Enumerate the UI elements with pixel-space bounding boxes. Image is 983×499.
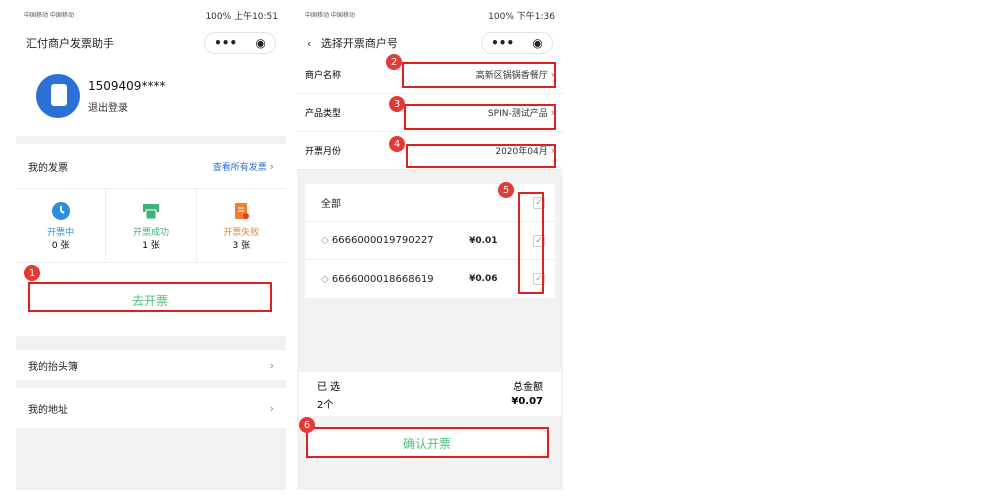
invoice-label: 我的发票 [28,162,68,174]
stat-count: 0 张 [51,240,70,251]
total-amount: 总金额 ¥0.07 [511,378,543,410]
address-item[interactable]: 我的地址 › [16,388,286,428]
stat-label: 开票失败 [223,227,260,238]
page-title: 选择开票商户号 [320,37,398,50]
step-badge: 1 [24,265,40,281]
order-number: 6666000019790227 [331,235,434,246]
profile-card: 1509409**** 退出登录 [16,56,286,136]
highlight-box [518,192,544,294]
cube-icon: ◇ [321,273,332,285]
clock-icon [51,201,70,220]
stat-failed[interactable]: 开票失败 3 张 [197,189,286,262]
stat-label: 开票中 [47,227,75,238]
highlight-box [404,104,556,130]
highlight-box [306,427,549,458]
highlight-box [28,282,272,312]
select-all-label: 全部 [321,199,341,210]
back-icon[interactable]: ‹ [307,37,311,50]
nav-bar: ‹ 选择开票商户号 ••• ◉ [297,30,563,56]
document-error-icon [235,202,250,219]
header-book-label: 我的抬头簿 [28,361,78,373]
nav-bar: 汇付商户发票助手 ••• ◉ [16,30,286,56]
step-badge: 4 [389,136,405,152]
step-badge: 5 [498,182,514,198]
view-all-link[interactable]: 查看所有发票 › [213,160,274,173]
menu-card: 我的抬头簿 › 我的地址 › [16,350,286,428]
carrier-text: 中国移动 中国移动 [24,11,74,19]
close-circle-icon[interactable]: ◉ [532,36,542,50]
page-title: 汇付商户发票助手 [26,37,114,50]
field-label: 商户名称 [305,71,342,81]
back-area[interactable]: ‹ 选择开票商户号 [307,35,398,51]
battery-text: 100% [488,11,514,22]
status-bar: 中国移动 中国移动 100% 下午1:36 [297,0,563,30]
stat-count: 3 张 [232,240,251,251]
stat-count: 1 张 [142,240,160,251]
total-value: ¥0.07 [511,396,543,407]
status-right: 100% 下午1:36 [488,9,555,22]
address-label: 我的地址 [28,404,68,416]
printer-icon [142,203,159,219]
highlight-box [402,62,556,88]
step-badge: 2 [386,54,402,70]
cube-icon: ◇ [321,235,332,246]
total-label: 总金额 [513,382,543,393]
user-phone: 1509409**** [88,78,166,93]
more-icon[interactable]: ••• [214,36,237,50]
time-text: 下午1:36 [516,11,555,22]
stat-processing[interactable]: 开票中 0 张 [16,189,105,262]
status-bar: 中国移动 中国移动 100% 上午10:51 [16,0,286,30]
order-number: 6666000018668619 [331,273,434,285]
invoice-header: 我的发票 查看所有发票 › [16,144,286,188]
selected-count: 已 选 2个 [317,378,341,411]
selected-label: 已 选 [317,382,341,393]
chevron-right-icon: › [269,159,274,173]
highlight-box [406,144,556,168]
mini-program-capsule: ••• ◉ [204,32,276,54]
close-circle-icon[interactable]: ◉ [255,36,265,50]
summary-bar: 已 选 2个 总金额 ¥0.07 [299,372,561,416]
step-badge: 3 [389,96,405,112]
more-icon[interactable]: ••• [491,36,514,50]
header-book-item[interactable]: 我的抬头簿 › [16,350,286,388]
invoice-stats: 开票中 0 张 开票成功 1 张 开票失败 3 张 [16,188,286,262]
battery-text: 100% [205,11,232,22]
order-amount: ¥0.01 [469,235,498,246]
carrier-text: 中国移动 中国移动 [305,11,355,19]
time-text: 上午10:51 [234,11,278,22]
logout-link[interactable]: 退出登录 [88,99,165,114]
chevron-right-icon: › [269,401,274,415]
step-badge: 6 [299,417,315,433]
field-label: 产品类型 [305,109,342,119]
view-all-label: 查看所有发票 [212,162,267,173]
order-id: ◇ 6666000018668619 [321,274,434,285]
selected-value: 2个 [317,400,334,411]
avatar [36,74,80,118]
order-id: ◇ 6666000019790227 [321,235,434,246]
order-amount: ¥0.06 [469,274,498,284]
stat-success[interactable]: 开票成功 1 张 [105,189,197,262]
status-right: 100% 上午10:51 [205,9,278,22]
mini-program-capsule: ••• ◉ [481,32,553,54]
field-label: 开票月份 [305,147,342,157]
stat-label: 开票成功 [132,227,169,238]
chevron-right-icon: › [269,358,274,372]
left-screen: 中国移动 中国移动 100% 上午10:51 汇付商户发票助手 ••• ◉ 15… [16,0,286,490]
